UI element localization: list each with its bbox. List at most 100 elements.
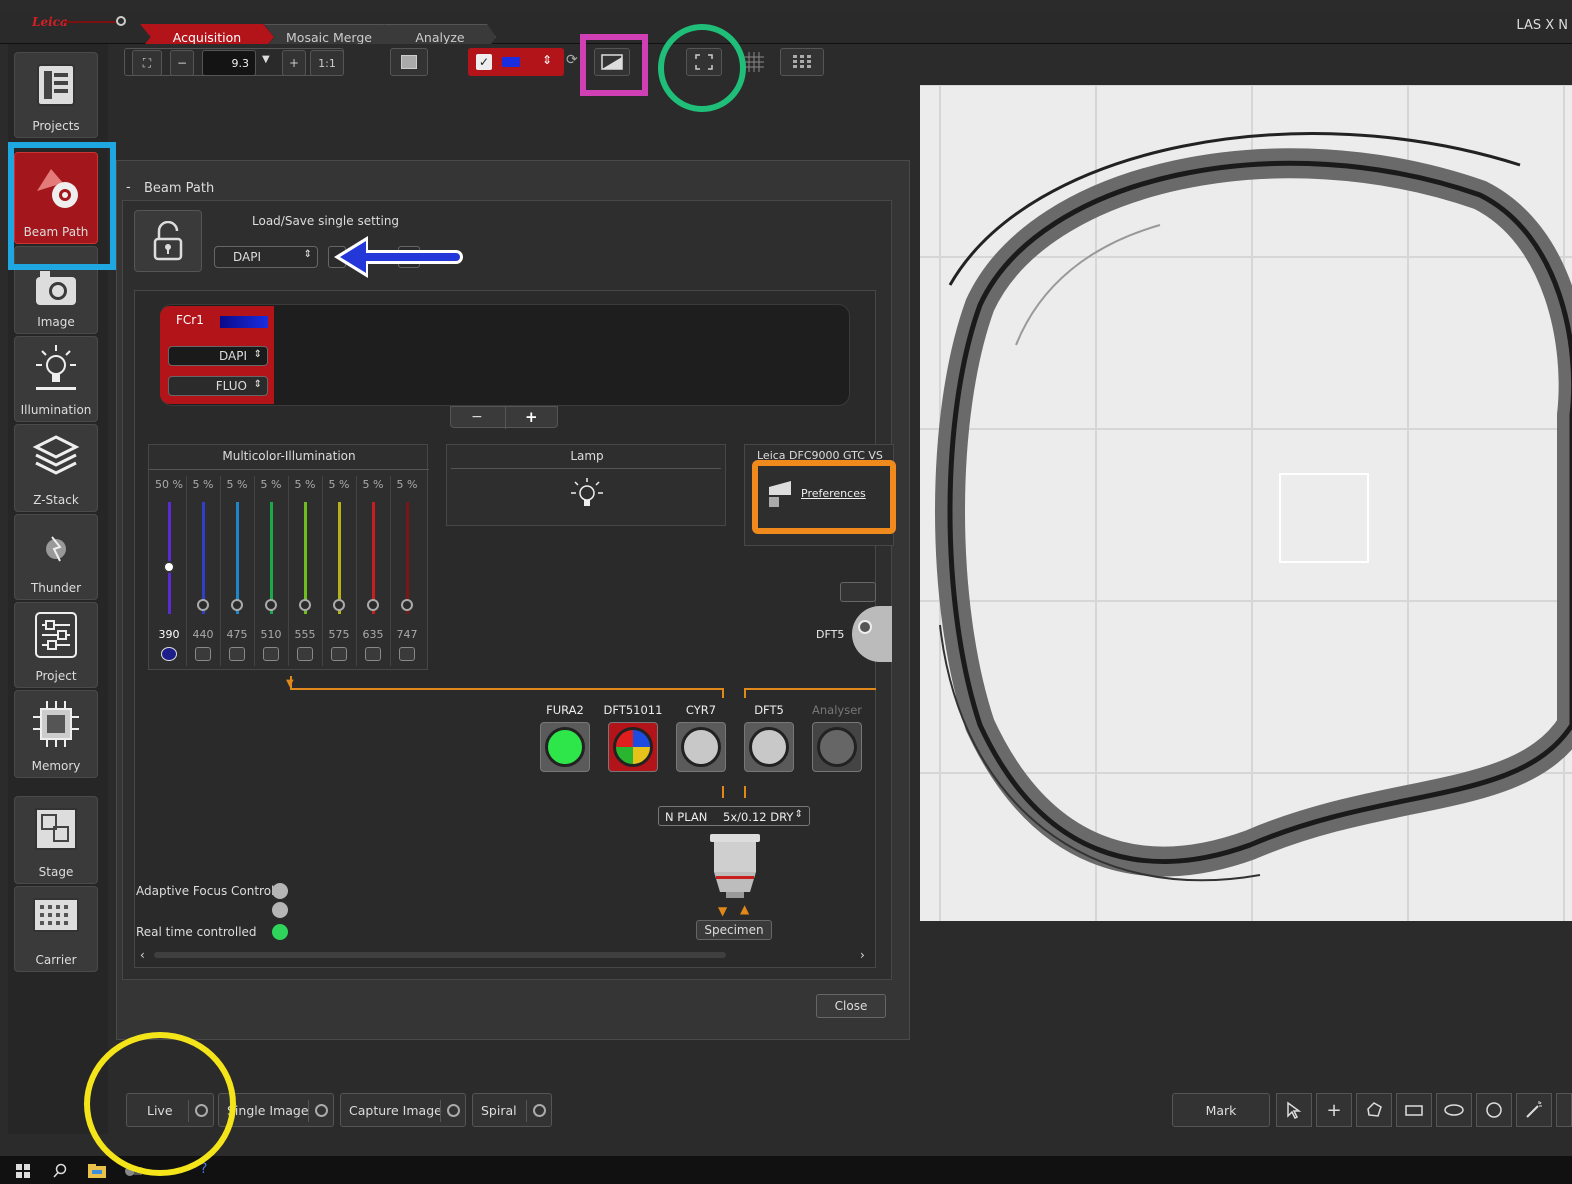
- capture-indicator-icon: [447, 1104, 460, 1117]
- sidebar-label-image: Image: [37, 315, 75, 329]
- channel-toggle[interactable]: [399, 647, 415, 661]
- projects-icon: [37, 64, 75, 106]
- mode-select[interactable]: FLUO ⇕: [168, 376, 268, 396]
- objective-select[interactable]: N PLAN 5x/0.12 DRY ⇕: [658, 806, 810, 826]
- lamp-icon[interactable]: [569, 477, 605, 513]
- rectangle-icon: [1405, 1105, 1423, 1116]
- channel-selector[interactable]: ✓ ⇕: [468, 48, 564, 76]
- channel-slider-track[interactable]: [406, 502, 409, 614]
- channel-color-swatch: [502, 57, 520, 67]
- adaptive-focus-indicator-2: [272, 902, 288, 918]
- sidebar-item-carrier[interactable]: Carrier: [14, 886, 98, 972]
- select-tool[interactable]: [1276, 1093, 1312, 1127]
- zoom-out-button[interactable]: −: [170, 50, 194, 76]
- top-bar: Leica Acquisition Mosaic Merge Analyze L…: [0, 10, 1572, 50]
- display-mode-button[interactable]: [390, 48, 428, 76]
- scroll-left-icon[interactable]: ‹: [140, 948, 145, 962]
- sidebar-item-thunder[interactable]: Thunder: [14, 514, 98, 600]
- emission-arrow-icon: ▲: [740, 902, 750, 916]
- filter-cube-button[interactable]: [540, 722, 590, 772]
- setting-select[interactable]: DAPI ⇕: [214, 246, 318, 268]
- windows-icon[interactable]: [16, 1164, 30, 1178]
- channel-toggle[interactable]: [365, 647, 381, 661]
- spiral-button[interactable]: Spiral: [472, 1093, 552, 1127]
- crosshair-tool[interactable]: +: [1316, 1093, 1352, 1127]
- channel-slider-track[interactable]: [168, 502, 171, 614]
- channel-slider-knob[interactable]: [367, 599, 379, 611]
- horizontal-scrollbar[interactable]: [154, 952, 726, 958]
- filter-cube-button[interactable]: [812, 722, 862, 772]
- dft5-side-button[interactable]: [840, 582, 876, 602]
- remove-channel-button[interactable]: −: [471, 409, 483, 425]
- channel-slider-knob[interactable]: [231, 599, 243, 611]
- channel-toggle[interactable]: [161, 647, 177, 661]
- channel-slider-knob[interactable]: [197, 599, 209, 611]
- scroll-right-icon[interactable]: ›: [860, 948, 865, 962]
- channel-slider-knob[interactable]: [299, 599, 311, 611]
- square-icon: [401, 55, 417, 69]
- one-to-one-button[interactable]: 1:1: [310, 50, 344, 76]
- load-save-label: Load/Save single setting: [252, 214, 400, 228]
- sidebar-label-stage: Stage: [38, 865, 74, 879]
- circle-tool[interactable]: [1476, 1093, 1512, 1127]
- search-icon[interactable]: [52, 1163, 68, 1179]
- channel-wavelength: 555: [294, 628, 316, 641]
- sidebar-item-z-stack[interactable]: Z-Stack: [14, 424, 98, 512]
- single-image-indicator-icon: [315, 1104, 328, 1117]
- channel-toggle[interactable]: [195, 647, 211, 661]
- lamp-icon: [36, 345, 76, 390]
- sidebar-item-memory[interactable]: Memory: [14, 690, 98, 778]
- fluor-select[interactable]: DAPI ⇕: [168, 346, 268, 366]
- pointer-icon: [1287, 1101, 1302, 1119]
- image-viewer[interactable]: [920, 85, 1572, 921]
- channel-slider-track[interactable]: [338, 502, 341, 614]
- refresh-icon[interactable]: ⟳: [566, 52, 578, 68]
- os-taskbar: ?: [0, 1156, 1572, 1184]
- zoom-dropdown-icon[interactable]: ▼: [262, 54, 270, 65]
- lock-button[interactable]: [134, 210, 202, 272]
- rectangle-tool[interactable]: [1396, 1093, 1432, 1127]
- channel-slider-track[interactable]: [202, 502, 205, 614]
- ellipse-tool[interactable]: [1436, 1093, 1472, 1127]
- channel-toggle[interactable]: [297, 647, 313, 661]
- add-channel-button[interactable]: +: [525, 408, 538, 426]
- polygon-tool[interactable]: [1356, 1093, 1392, 1127]
- grid-icon[interactable]: [744, 52, 764, 72]
- filter-cube-button[interactable]: [676, 722, 726, 772]
- collapse-button[interactable]: -: [126, 180, 131, 195]
- highlight-beam-path: [8, 142, 116, 270]
- capture-image-button[interactable]: Capture Image: [340, 1093, 466, 1127]
- sidebar-item-illumination[interactable]: Illumination: [14, 336, 98, 422]
- light-path-drop: [722, 688, 724, 698]
- channel-stepper-icon[interactable]: ⇕: [542, 53, 552, 67]
- tiles-button[interactable]: [780, 48, 824, 76]
- channel-toggle[interactable]: [263, 647, 279, 661]
- more-tools[interactable]: [1556, 1093, 1572, 1127]
- zoom-in-button[interactable]: +: [282, 50, 306, 76]
- checkbox-icon[interactable]: ✓: [476, 54, 492, 70]
- channel-slider-knob[interactable]: [333, 599, 345, 611]
- channel-slider-track[interactable]: [304, 502, 307, 614]
- zoom-value[interactable]: 9.3: [202, 50, 256, 76]
- channel-slider-knob[interactable]: [401, 599, 413, 611]
- highlight-fullscreen: [658, 24, 746, 112]
- sidebar-item-project[interactable]: Project: [14, 602, 98, 688]
- fit-icon[interactable]: ⛶: [132, 50, 162, 76]
- file-explorer-icon[interactable]: [88, 1164, 106, 1178]
- channel-slider-track[interactable]: [236, 502, 239, 614]
- channel-toggle[interactable]: [331, 647, 347, 661]
- close-button[interactable]: Close: [816, 994, 886, 1018]
- filter-cube-button[interactable]: [744, 722, 794, 772]
- sidebar-item-stage[interactable]: Stage: [14, 796, 98, 884]
- channel-slider-knob[interactable]: [265, 599, 277, 611]
- channel-slider-track[interactable]: [270, 502, 273, 614]
- channel-toggle[interactable]: [229, 647, 245, 661]
- channel-slider-knob[interactable]: [163, 561, 175, 573]
- magic-wand-tool[interactable]: [1516, 1093, 1552, 1127]
- channel-separator: [390, 476, 391, 666]
- mark-button[interactable]: Mark: [1172, 1093, 1270, 1127]
- filter-cube-button[interactable]: [608, 722, 658, 772]
- sidebar-item-projects[interactable]: Projects: [14, 52, 98, 138]
- channel-slider-track[interactable]: [372, 502, 375, 614]
- channel-fcr1[interactable]: FCr1 DAPI ⇕ FLUO ⇕: [160, 306, 274, 404]
